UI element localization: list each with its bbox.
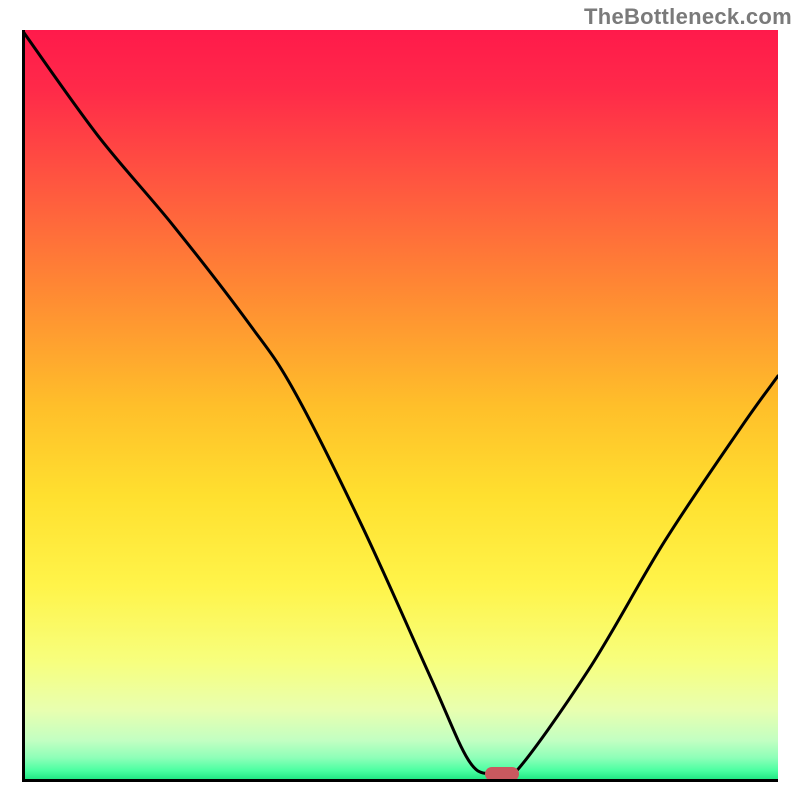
plot-area <box>22 30 778 782</box>
bottleneck-curve <box>22 30 778 782</box>
optimal-point-marker <box>485 767 519 781</box>
bottleneck-chart: TheBottleneck.com <box>0 0 800 800</box>
attribution-label: TheBottleneck.com <box>584 4 792 30</box>
